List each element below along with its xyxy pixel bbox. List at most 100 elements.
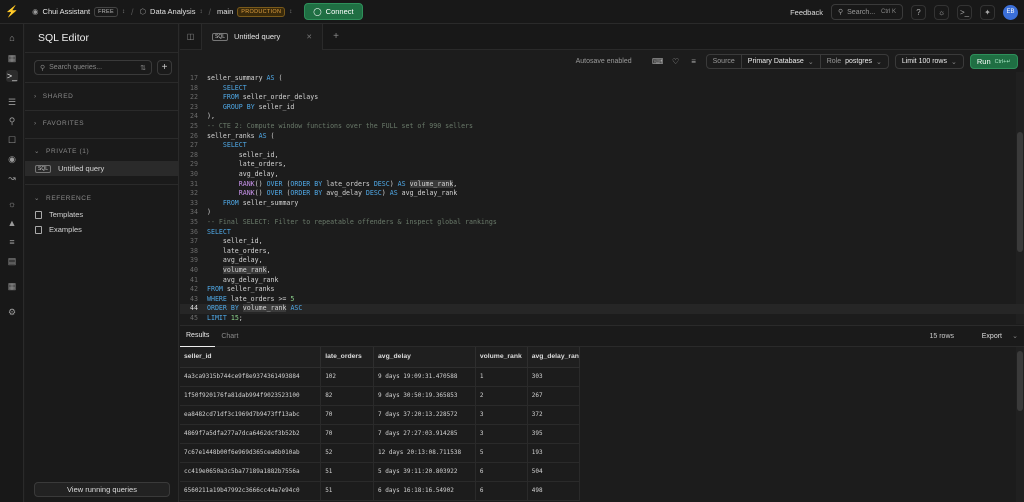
code-line[interactable]: 30 avg_delay, (180, 170, 1024, 180)
table-cell[interactable]: 7 days 27:27:03.914285 (373, 424, 476, 444)
code-line[interactable]: 23 GROUP BY seller_id (180, 103, 1024, 113)
sql-code-editor[interactable]: 17 seller_summary AS (18 SELECT 22 FROM se… (180, 72, 1024, 324)
table-row[interactable]: 6560211a19b47992c3666cc44a7e94c0 51 6 days… (180, 481, 580, 501)
table-cell[interactable]: 2 (475, 386, 528, 406)
edge-functions-icon[interactable]: ◉ (6, 153, 18, 165)
role-selector[interactable]: Role postgres ⌄ (819, 55, 888, 68)
code-line[interactable]: 42 FROM seller_ranks (180, 285, 1024, 295)
export-button[interactable]: Export (982, 333, 1002, 340)
column-header[interactable]: avg_delay_ran (527, 347, 580, 368)
format-icon[interactable]: ≡ (688, 57, 700, 66)
table-cell[interactable]: 82 (320, 386, 375, 406)
code-line[interactable]: 25 -- CTE 2: Compute window functions ove… (180, 122, 1024, 132)
code-line[interactable]: 35 -- Final SELECT: Filter to repeatable … (180, 218, 1024, 228)
code-line[interactable]: 45 LIMIT 15; (180, 314, 1024, 324)
code-line[interactable]: 39 avg_delay, (180, 256, 1024, 266)
table-cell[interactable]: 5 days 39:11:20.803922 (373, 462, 476, 482)
home-icon[interactable]: ⌂ (6, 32, 18, 44)
chevron-down-icon[interactable]: ⌄ (1012, 332, 1018, 340)
table-cell[interactable]: 70 (320, 424, 375, 444)
code-line[interactable]: 22 FROM seller_order_delays (180, 93, 1024, 103)
table-cell[interactable]: 52 (320, 443, 375, 463)
limit-selector[interactable]: Limit 100 rows ⌄ (894, 54, 964, 69)
section-shared[interactable]: › SHARED (34, 93, 73, 100)
logs-icon[interactable]: ≡ (6, 236, 18, 248)
table-cell[interactable]: 498 (527, 481, 580, 501)
sidebar-item-untitled-query[interactable]: SQL Untitled query (25, 161, 179, 176)
table-cell[interactable]: 395 (527, 424, 580, 444)
keyboard-icon[interactable]: ⌨ (652, 57, 664, 66)
code-line[interactable]: 18 SELECT (180, 84, 1024, 94)
section-reference[interactable]: ⌄ REFERENCE (34, 194, 92, 203)
table-cell[interactable]: 6 days 16:18:16.54902 (373, 481, 476, 501)
code-line[interactable]: 44 ORDER BY volume_rank ASC (180, 304, 1024, 314)
view-running-queries-button[interactable]: View running queries (34, 482, 170, 497)
tab-chart[interactable]: Chart (215, 325, 244, 347)
assistant-icon[interactable]: ✦ (980, 4, 995, 20)
table-row[interactable]: 4a3ca9315b744ce9f8e9374361493884 102 9 day… (180, 367, 580, 387)
api-docs-icon[interactable]: ▤ (6, 255, 18, 267)
filter-icon[interactable]: ⇅ (140, 64, 146, 72)
new-query-button[interactable]: + (157, 60, 172, 75)
source-selector[interactable]: Source Primary Database ⌄ Role postgres ⌄ (705, 54, 889, 69)
results-scrollbar[interactable] (1016, 347, 1024, 502)
table-cell[interactable]: 504 (527, 462, 580, 482)
column-header[interactable]: seller_id (180, 347, 322, 368)
table-cell[interactable]: 6 (475, 481, 528, 501)
integrations-icon[interactable]: ▦ (6, 280, 18, 292)
search-queries-input[interactable]: ⚲ Search queries... ⇅ (34, 60, 152, 75)
code-line[interactable]: 41 avg_delay_rank (180, 276, 1024, 286)
help-icon[interactable]: ? (911, 4, 926, 20)
avatar[interactable]: EB (1003, 4, 1018, 20)
settings-icon[interactable]: ⚙ (6, 306, 18, 318)
feedback-button[interactable]: Feedback (790, 8, 823, 17)
table-cell[interactable]: 1f50f920176fa81dab994f9023523100 (180, 386, 322, 406)
table-cell[interactable]: 9 days 30:50:19.365853 (373, 386, 476, 406)
sidebar-item-templates[interactable]: Templates (35, 210, 83, 219)
table-cell[interactable]: 4a3ca9315b744ce9f8e9374361493884 (180, 367, 322, 387)
table-cell[interactable]: 193 (527, 443, 580, 463)
table-cell[interactable]: 51 (320, 462, 375, 482)
table-cell[interactable]: 372 (527, 405, 580, 425)
code-line[interactable]: 33 FROM seller_summary (180, 199, 1024, 209)
advisors-icon[interactable]: ☼ (6, 198, 18, 210)
column-header[interactable]: volume_rank (475, 347, 528, 368)
table-cell[interactable]: 5 (475, 443, 528, 463)
run-button[interactable]: Run Ctrl+↵ (969, 54, 1018, 69)
table-cell[interactable]: 3 (475, 424, 528, 444)
table-row[interactable]: ea8482cd71df3c1969d7b9473ff13abc 70 7 days… (180, 405, 580, 425)
logo-icon[interactable]: ⚡ (0, 0, 24, 24)
storage-icon[interactable]: ☐ (6, 134, 18, 146)
table-cell[interactable]: 70 (320, 405, 375, 425)
database-icon[interactable]: ☰ (6, 96, 18, 108)
column-header[interactable]: avg_delay (373, 347, 476, 368)
table-cell[interactable]: 7 days 37:20:13.228572 (373, 405, 476, 425)
code-line[interactable]: 28 seller_id, (180, 151, 1024, 161)
auth-icon[interactable]: ⚲ (6, 115, 18, 127)
table-cell[interactable]: 102 (320, 367, 375, 387)
code-line[interactable]: 36 SELECT (180, 228, 1024, 238)
code-line[interactable]: 27 SELECT (180, 141, 1024, 151)
code-line[interactable]: 40 volume_rank, (180, 266, 1024, 276)
reports-icon[interactable]: ▲ (6, 217, 18, 229)
project-switcher[interactable]: ⬡ Data Analysis ↕ (139, 7, 202, 16)
table-cell[interactable]: 6 (475, 462, 528, 482)
table-cell[interactable]: cc419e0650a3c5ba77189a1882b7556a (180, 462, 322, 482)
code-line[interactable]: 37 seller_id, (180, 237, 1024, 247)
section-private[interactable]: ⌄ PRIVATE (1) (34, 147, 89, 156)
table-row[interactable]: 1f50f920176fa81dab994f9023523100 82 9 days… (180, 386, 580, 406)
connect-button[interactable]: ◯ Connect (304, 3, 363, 20)
results-scrollbar-thumb[interactable] (1017, 351, 1023, 411)
close-icon[interactable]: ✕ (306, 33, 312, 41)
table-cell[interactable]: 9 days 19:09:31.470588 (373, 367, 476, 387)
table-row[interactable]: 4869f7a5dfa277a7dca6462dcf3b52b2 70 7 days… (180, 424, 580, 444)
table-row[interactable]: cc419e0650a3c5ba77189a1882b7556a 51 5 days… (180, 462, 580, 482)
org-switcher[interactable]: ◉ Chui Assistant FREE ↕ (32, 6, 125, 17)
table-cell[interactable]: 7c67e1448b00f6e969d365cea6b010ab (180, 443, 322, 463)
table-cell[interactable]: 6560211a19b47992c3666cc44a7e94c0 (180, 481, 322, 501)
realtime-icon[interactable]: ↝ (6, 172, 18, 184)
code-line[interactable]: 32 RANK() OVER (ORDER BY avg_delay DESC)… (180, 189, 1024, 199)
code-line[interactable]: 34) (180, 208, 1024, 218)
table-cell[interactable]: 303 (527, 367, 580, 387)
table-cell[interactable]: 3 (475, 405, 528, 425)
